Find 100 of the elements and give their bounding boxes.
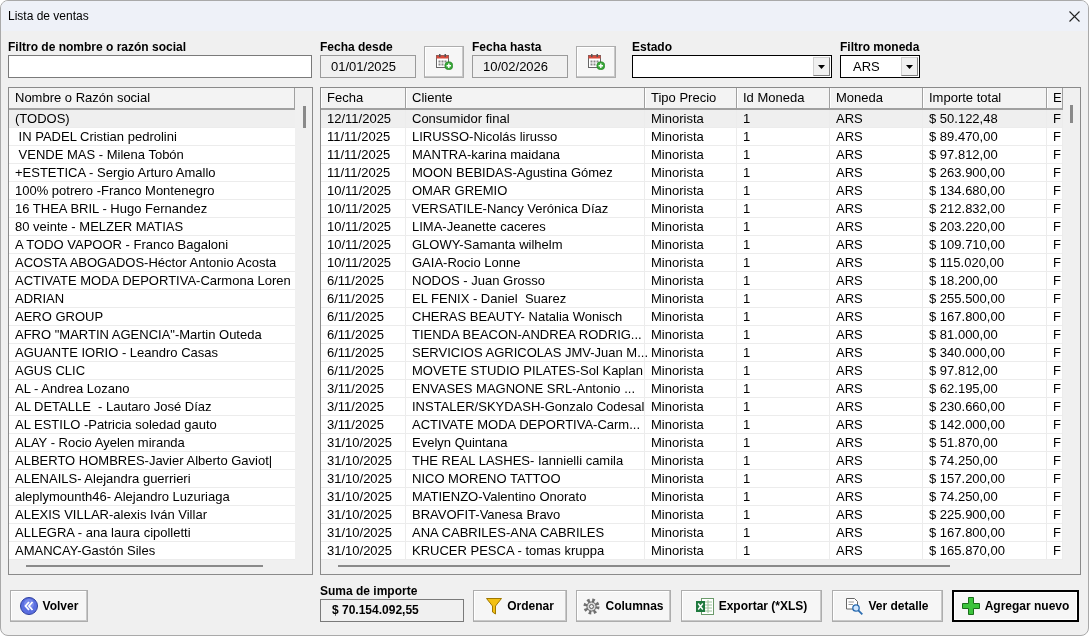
table-row[interactable]: 31/10/2025 MATIENZO-Valentino Onorato Minorista 1 ARS $ 74.250,00 F bbox=[321, 488, 1063, 506]
table-row[interactable]: 31/10/2025 ANA CABRILES-ANA CABRILES Minorista 1 ARS $ 167.800,00 F bbox=[321, 524, 1063, 542]
column-header[interactable]: Moneda bbox=[830, 88, 923, 108]
scrollbar-thumb[interactable] bbox=[26, 565, 263, 567]
list-item[interactable]: ALLEGRA - ana laura cipolletti bbox=[9, 524, 295, 542]
list-item[interactable]: AL - Andrea Lozano bbox=[9, 380, 295, 398]
dropdown-button[interactable] bbox=[813, 57, 830, 76]
scrollbar-thumb[interactable] bbox=[303, 106, 306, 128]
double-chevron-icon bbox=[19, 597, 38, 615]
window-title: Lista de ventas bbox=[8, 9, 89, 23]
table-row[interactable]: 10/11/2025 GLOWY-Samanta wilhelm Minorista 1 ARS $ 109.710,00 F bbox=[321, 236, 1063, 254]
table-row[interactable]: 10/11/2025 GAIA-Rocio Lonne Minorista 1 ARS $ 115.020,00 F bbox=[321, 254, 1063, 272]
list-item[interactable]: IN PADEL Cristian pedrolini bbox=[9, 128, 295, 146]
list-item[interactable]: VENDE MAS - Milena Tobón bbox=[9, 146, 295, 164]
back-button[interactable]: Volver bbox=[10, 590, 88, 622]
table-row[interactable]: 10/11/2025 VERSATILE-Nancy Verónica Díaz Minorista 1 ARS $ 212.832,00 F bbox=[321, 200, 1063, 218]
list-item[interactable]: AMANCAY-Gastón Siles bbox=[9, 542, 295, 560]
table-cell: 1 bbox=[737, 542, 830, 560]
dropdown-button[interactable] bbox=[901, 57, 918, 76]
table-row[interactable]: 31/10/2025 BRAVOFIT-Vanesa Bravo Minorista 1 ARS $ 225.900,00 F bbox=[321, 506, 1063, 524]
funnel-icon bbox=[486, 597, 503, 615]
table-row[interactable]: 6/11/2025 TIENDA BEACON-ANDREA RODRIG... Minorista 1 ARS $ 81.000,00 F bbox=[321, 326, 1063, 344]
table-row[interactable]: 31/10/2025 Evelyn Quintana Minorista 1 ARS $ 51.870,00 F bbox=[321, 434, 1063, 452]
table-row[interactable]: 3/11/2025 ENVASES MAGNONE SRL-Antonio ... Minorista 1 ARS $ 62.195,00 F bbox=[321, 380, 1063, 398]
table-cell: Minorista bbox=[645, 542, 737, 560]
scrollbar-thumb[interactable] bbox=[1070, 105, 1073, 123]
export-button[interactable]: Exportar (*XLS) bbox=[681, 590, 822, 622]
status-dropdown[interactable] bbox=[632, 55, 832, 78]
column-header[interactable]: Cliente bbox=[406, 88, 645, 108]
list-item[interactable]: ALBERTO HOMBRES-Javier Alberto Gaviot| bbox=[9, 452, 295, 470]
list-item[interactable]: aleplymounth46- Alejandro Luzuriaga bbox=[9, 488, 295, 506]
list-item[interactable]: AGUS CLIC bbox=[9, 362, 295, 380]
list-item[interactable]: 100% potrero -Franco Montenegro bbox=[9, 182, 295, 200]
table-row[interactable]: 31/10/2025 KRUCER PESCA - tomas kruppa Minorista 1 ARS $ 165.870,00 F bbox=[321, 542, 1063, 560]
calendar-icon bbox=[435, 54, 453, 70]
list-item[interactable]: AGUANTE IORIO - Leandro Casas bbox=[9, 344, 295, 362]
list-item[interactable]: ACTIVATE MODA DEPORTIVA-Carmona Loren bbox=[9, 272, 295, 290]
close-button[interactable] bbox=[1069, 10, 1080, 22]
column-header[interactable]: Nombre o Razón social bbox=[9, 88, 295, 110]
field-label: Estado bbox=[632, 41, 673, 55]
table-row[interactable]: 3/11/2025 ACTIVATE MODA DEPORTIVA-Carm... Minorista 1 ARS $ 142.000,00 F bbox=[321, 416, 1063, 434]
dropdown-value: ARS bbox=[852, 58, 881, 76]
summary-label: Suma de importe bbox=[320, 585, 419, 599]
date-field[interactable]: 10/02/2026 bbox=[472, 55, 568, 78]
calendar-button[interactable] bbox=[424, 46, 464, 78]
table-row[interactable]: 6/11/2025 EL FENIX - Daniel Suarez Minorista 1 ARS $ 255.500,00 F bbox=[321, 290, 1063, 308]
list-item[interactable]: ADRIAN bbox=[9, 290, 295, 308]
list-item[interactable]: 80 veinte - MELZER MATIAS bbox=[9, 218, 295, 236]
dropdown-arrow-icon bbox=[906, 64, 913, 69]
table-row[interactable]: 6/11/2025 CHERAS BEAUTY- Natalia Wonisch Minorista 1 ARS $ 167.800,00 F bbox=[321, 308, 1063, 326]
date-field[interactable]: 01/01/2025 bbox=[320, 55, 416, 78]
document-search-icon bbox=[846, 597, 864, 615]
field-label: Fecha hasta bbox=[472, 41, 543, 55]
details-button[interactable]: Ver detalle bbox=[832, 590, 943, 622]
table-row[interactable]: 11/11/2025 LIRUSSO-Nicolás lirusso Minorista 1 ARS $ 89.470,00 F bbox=[321, 128, 1063, 146]
summary-field: $ 70.154.092,55 bbox=[320, 599, 464, 622]
sort-button[interactable]: Ordenar bbox=[473, 590, 567, 622]
table-row[interactable]: 10/11/2025 LIMA-Jeanette caceres Minorista 1 ARS $ 203.220,00 F bbox=[321, 218, 1063, 236]
table-row[interactable]: 6/11/2025 NODOS - Juan Grosso Minorista 1 ARS $ 18.200,00 F bbox=[321, 272, 1063, 290]
list-item[interactable]: AERO GROUP bbox=[9, 308, 295, 326]
table-row[interactable]: 10/11/2025 OMAR GREMIO Minorista 1 ARS $ 134.680,00 F bbox=[321, 182, 1063, 200]
spreadsheet-icon bbox=[695, 597, 714, 615]
table-row[interactable]: 11/11/2025 MANTRA-karina maidana Minorista 1 ARS $ 97.812,00 F bbox=[321, 146, 1063, 164]
column-header[interactable]: Id Moneda bbox=[737, 88, 830, 108]
table-row[interactable]: 11/11/2025 MOON BEBIDAS-Agustina Gómez Minorista 1 ARS $ 263.900,00 F bbox=[321, 164, 1063, 182]
name-filter-field[interactable] bbox=[8, 55, 312, 78]
field-label: Filtro moneda bbox=[840, 41, 920, 55]
table-cell: KRUCER PESCA - tomas kruppa bbox=[406, 542, 645, 560]
dropdown-arrow-icon bbox=[818, 64, 825, 69]
list-item[interactable]: A TODO VAPOOR - Franco Bagaloni bbox=[9, 236, 295, 254]
table-cell: F bbox=[1047, 542, 1063, 560]
column-header[interactable]: Importe total bbox=[923, 88, 1047, 108]
list-item[interactable]: ALENAILS- Alejandra guerrieri bbox=[9, 470, 295, 488]
list-item[interactable]: AFRO "MARTIN AGENCIA"-Martin Outeda bbox=[9, 326, 295, 344]
list-item[interactable]: 16 THEA BRIL - Hugo Fernandez bbox=[9, 200, 295, 218]
table-row[interactable]: 31/10/2025 THE REAL LASHES- Iannielli camila Minorista 1 ARS $ 74.250,00 F bbox=[321, 452, 1063, 470]
list-item[interactable]: ACOSTA ABOGADOS-Héctor Antonio Acosta bbox=[9, 254, 295, 272]
calendar-button[interactable] bbox=[576, 46, 616, 78]
calendar-icon bbox=[587, 54, 605, 70]
table-row[interactable]: 3/11/2025 INSTALER/SKYDASH-Gonzalo Codesal Minorista 1 ARS $ 230.660,00 F bbox=[321, 398, 1063, 416]
column-header[interactable]: Tipo Precio bbox=[645, 88, 737, 108]
list-item[interactable]: +ESTETICA - Sergio Arturo Amallo bbox=[9, 164, 295, 182]
list-item[interactable]: ALAY - Rocio Ayelen miranda bbox=[9, 434, 295, 452]
list-item[interactable]: AL DETALLE - Lautaro José Díaz bbox=[9, 398, 295, 416]
list-item[interactable]: ALEXIS VILLAR-alexis Iván Villar bbox=[9, 506, 295, 524]
table-cell: 31/10/2025 bbox=[321, 542, 406, 560]
field-label: Filtro de nombre o razón social bbox=[8, 41, 188, 55]
table-row[interactable]: 6/11/2025 MOVETE STUDIO PILATES-Sol Kaplan Minorista 1 ARS $ 97.812,00 F bbox=[321, 362, 1063, 380]
gear-icon bbox=[583, 597, 601, 615]
close-icon bbox=[1069, 10, 1080, 22]
columns-button[interactable]: Columnas bbox=[576, 590, 671, 622]
table-row[interactable]: 12/11/2025 Consumidor final Minorista 1 ARS $ 50.122,48 F bbox=[321, 110, 1063, 128]
list-item[interactable]: AL ESTILO -Patricia soledad gauto bbox=[9, 416, 295, 434]
table-row[interactable]: 31/10/2025 NICO MORENO TATTOO Minorista 1 ARS $ 157.200,00 F bbox=[321, 470, 1063, 488]
currency-dropdown[interactable]: ARS bbox=[840, 55, 920, 78]
scrollbar-thumb[interactable] bbox=[338, 565, 950, 567]
column-header[interactable]: E bbox=[1047, 88, 1063, 108]
table-row[interactable]: 6/11/2025 SERVICIOS AGRICOLAS JMV-Juan M... Minorista 1 ARS $ 340.000,00 F bbox=[321, 344, 1063, 362]
add-button[interactable]: Agregar nuevo bbox=[952, 590, 1079, 622]
column-header[interactable]: Fecha bbox=[321, 88, 406, 108]
